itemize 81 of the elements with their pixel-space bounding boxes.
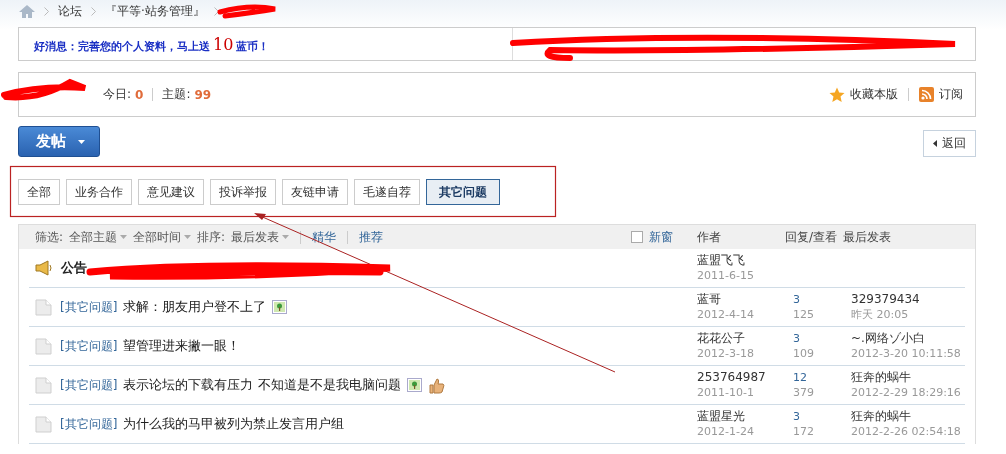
subscribe-link[interactable]: 订阅 <box>939 86 963 103</box>
category-tab[interactable]: 毛遂自荐 <box>354 179 420 205</box>
breadcrumb-link[interactable]: 『平等·站务管理』 <box>105 2 205 20</box>
category-tab[interactable]: 业务合作 <box>66 179 132 205</box>
thread-category-link[interactable]: [其它问题] <box>60 376 118 394</box>
column-header: 最后发表 <box>843 228 892 246</box>
chevron-icon <box>44 6 49 16</box>
reply-count[interactable]: 3 <box>793 331 851 346</box>
view-count: 109 <box>793 346 815 361</box>
image-attachment-icon <box>406 378 422 392</box>
author-name[interactable]: 蓝盟飞飞 <box>697 253 793 268</box>
thread-title[interactable]: 表示论坛的下载有压力 不知道是不是我电脑问题 <box>123 376 401 394</box>
sort-dropdown[interactable]: 最后发表 <box>231 228 290 246</box>
column-header: 作者 <box>697 228 722 246</box>
favorite-link[interactable]: 收藏本版 <box>850 86 898 103</box>
filter-link[interactable]: 推荐 <box>359 228 384 246</box>
caret-icon <box>78 139 85 144</box>
filter-dropdown[interactable]: 全部时间 <box>133 228 192 246</box>
thread-category-link[interactable]: [其它问题] <box>60 298 118 316</box>
post-button[interactable]: 发帖 <box>18 126 100 157</box>
view-count: 172 <box>793 424 815 439</box>
image-attachment-icon <box>272 300 288 314</box>
category-tab[interactable]: 全部 <box>18 179 60 205</box>
column-header: 回复/查看 <box>785 228 839 246</box>
document-icon <box>35 376 52 394</box>
category-tab[interactable]: 其它问题 <box>426 179 500 205</box>
author-name[interactable]: 蓝盟星光 <box>697 409 793 424</box>
chevron-icon <box>213 6 219 16</box>
post-date: 2012-4-14 <box>697 307 755 322</box>
document-icon <box>35 298 52 316</box>
caret-icon <box>282 235 290 239</box>
redaction-scribble <box>217 4 278 19</box>
last-poster[interactable]: ~.网络ゾ小白 <box>851 331 965 346</box>
filter-dropdown[interactable]: 全部主题 <box>69 228 128 246</box>
author-name[interactable]: 花花公子 <box>697 331 793 346</box>
document-icon <box>35 337 52 355</box>
notice-text[interactable]: 好消息：完善您的个人资料，马上送 10 蓝币！ <box>34 34 270 54</box>
filter-link[interactable]: 精华 <box>312 228 337 246</box>
sort-label: 排序: <box>197 228 226 246</box>
last-poster[interactable]: 狂奔的蜗牛 <box>851 409 965 424</box>
new-window-checkbox[interactable] <box>631 231 643 243</box>
caret-icon <box>120 235 128 239</box>
author-name[interactable]: 蓝哥 <box>697 292 793 307</box>
back-arrow-icon <box>933 139 937 147</box>
view-count: 379 <box>793 385 815 400</box>
thread-category-link[interactable]: [其它问题] <box>60 415 118 433</box>
thread-title[interactable]: 为什么我的马甲被列为禁止发言用户组 <box>123 415 345 433</box>
post-date: 2012-1-24 <box>697 424 755 439</box>
reply-count[interactable]: 12 <box>793 370 851 385</box>
filter-label: 筛选: <box>35 228 64 246</box>
reply-count[interactable]: 3 <box>793 292 851 307</box>
thread-category-link[interactable]: [其它问题] <box>60 337 118 355</box>
back-button[interactable]: 返回 <box>923 129 976 157</box>
new-window-label[interactable]: 新窗 <box>649 228 673 246</box>
thumbs-up-icon <box>427 376 445 394</box>
reply-count[interactable]: 3 <box>793 409 851 424</box>
category-tab[interactable]: 友链申请 <box>282 179 348 205</box>
last-poster[interactable]: 狂奔的蜗牛 <box>851 370 965 385</box>
author-name[interactable]: 253764987 <box>697 370 793 385</box>
topics-count: 99 <box>194 87 212 102</box>
home-icon[interactable] <box>19 4 35 18</box>
document-icon <box>35 415 52 433</box>
post-date: 2012-3-18 <box>697 346 755 361</box>
topics-label: 主题: <box>162 86 191 103</box>
thread-title[interactable]: 求解：朋友用户登不上了 <box>123 298 267 316</box>
today-count: 0 <box>135 87 144 102</box>
chevron-icon <box>91 6 96 16</box>
last-poster[interactable]: 329379434 <box>851 292 965 307</box>
rss-icon[interactable] <box>919 87 934 102</box>
view-count: 125 <box>793 307 815 322</box>
post-date: 2011-6-15 <box>697 268 755 283</box>
breadcrumb-link[interactable]: 论坛 <box>58 2 82 20</box>
caret-icon <box>184 235 192 239</box>
today-label: 今日: <box>103 86 132 103</box>
megaphone-icon <box>35 260 53 276</box>
thread-title[interactable]: 望管理进来撇一眼！ <box>123 337 241 355</box>
announcement-title[interactable]: 公告 <box>61 259 87 277</box>
star-icon[interactable] <box>829 86 845 103</box>
category-tab[interactable]: 投诉举报 <box>210 179 276 205</box>
category-tab[interactable]: 意见建议 <box>138 179 204 205</box>
post-date: 2011-10-1 <box>697 385 755 400</box>
